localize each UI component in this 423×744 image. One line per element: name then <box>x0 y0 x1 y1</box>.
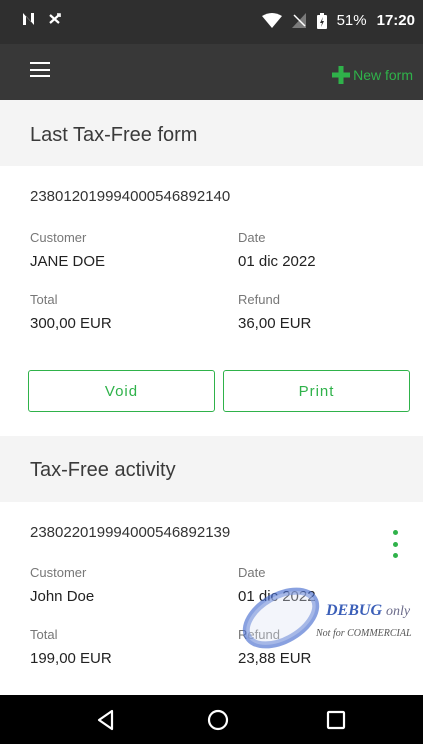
section-title: Last Tax-Free form <box>30 124 198 146</box>
home-icon[interactable] <box>205 707 231 733</box>
new-form-label: New form <box>353 67 413 83</box>
navigation-bar <box>0 695 423 744</box>
last-form-header: Last Tax-Free form <box>0 100 423 166</box>
refund-label: Refund <box>238 627 280 642</box>
more-options-icon[interactable] <box>390 530 400 558</box>
date-value: 01 dic 2022 <box>238 588 316 605</box>
plus-icon <box>332 66 351 84</box>
debug-note: Not for COMMERCIAL <box>316 628 412 639</box>
refund-label: Refund <box>238 292 280 307</box>
customer-label: Customer <box>30 230 87 245</box>
activity-header: Tax-Free activity <box>0 436 423 502</box>
print-button[interactable]: Print <box>223 370 410 412</box>
wifi-icon <box>261 13 282 28</box>
status-bar: 51% 17:20 <box>0 0 423 44</box>
total-label: Total <box>30 292 58 307</box>
section-title: Tax-Free activity <box>30 459 176 481</box>
battery-charging-icon <box>316 12 327 29</box>
status-time: 17:20 <box>376 12 415 29</box>
total-value: 300,00 EUR <box>30 315 112 332</box>
new-form-button[interactable]: New form <box>331 65 413 85</box>
date-label: Date <box>238 565 266 580</box>
customer-label: Customer <box>30 565 87 580</box>
no-signal-icon <box>291 13 306 28</box>
refund-value: 23,88 EUR <box>238 650 312 667</box>
total-label: Total <box>30 627 58 642</box>
refund-value: 36,00 EUR <box>238 315 312 332</box>
date-value: 01 dic 2022 <box>238 253 316 270</box>
recents-icon[interactable] <box>323 707 349 733</box>
last-form-id: 23801201999400054689214​0 <box>30 188 231 205</box>
debug-text: DEBUG <box>326 602 383 619</box>
n-logo-icon <box>23 13 34 25</box>
back-icon[interactable] <box>93 707 119 733</box>
hamburger-icon[interactable] <box>30 62 50 77</box>
total-value: 199,00 EUR <box>30 650 112 667</box>
battery-percentage: 51% <box>336 12 367 29</box>
app-bar: New form <box>0 44 423 100</box>
date-label: Date <box>238 230 266 245</box>
shuffle-icon <box>49 13 61 24</box>
void-button[interactable]: Void <box>28 370 215 412</box>
customer-value: JANE DOE <box>30 253 106 270</box>
debug-only-text: only <box>386 604 411 619</box>
customer-value: John Doe <box>30 588 95 605</box>
activity-form-id: 238022019994000546892139 <box>30 524 231 541</box>
